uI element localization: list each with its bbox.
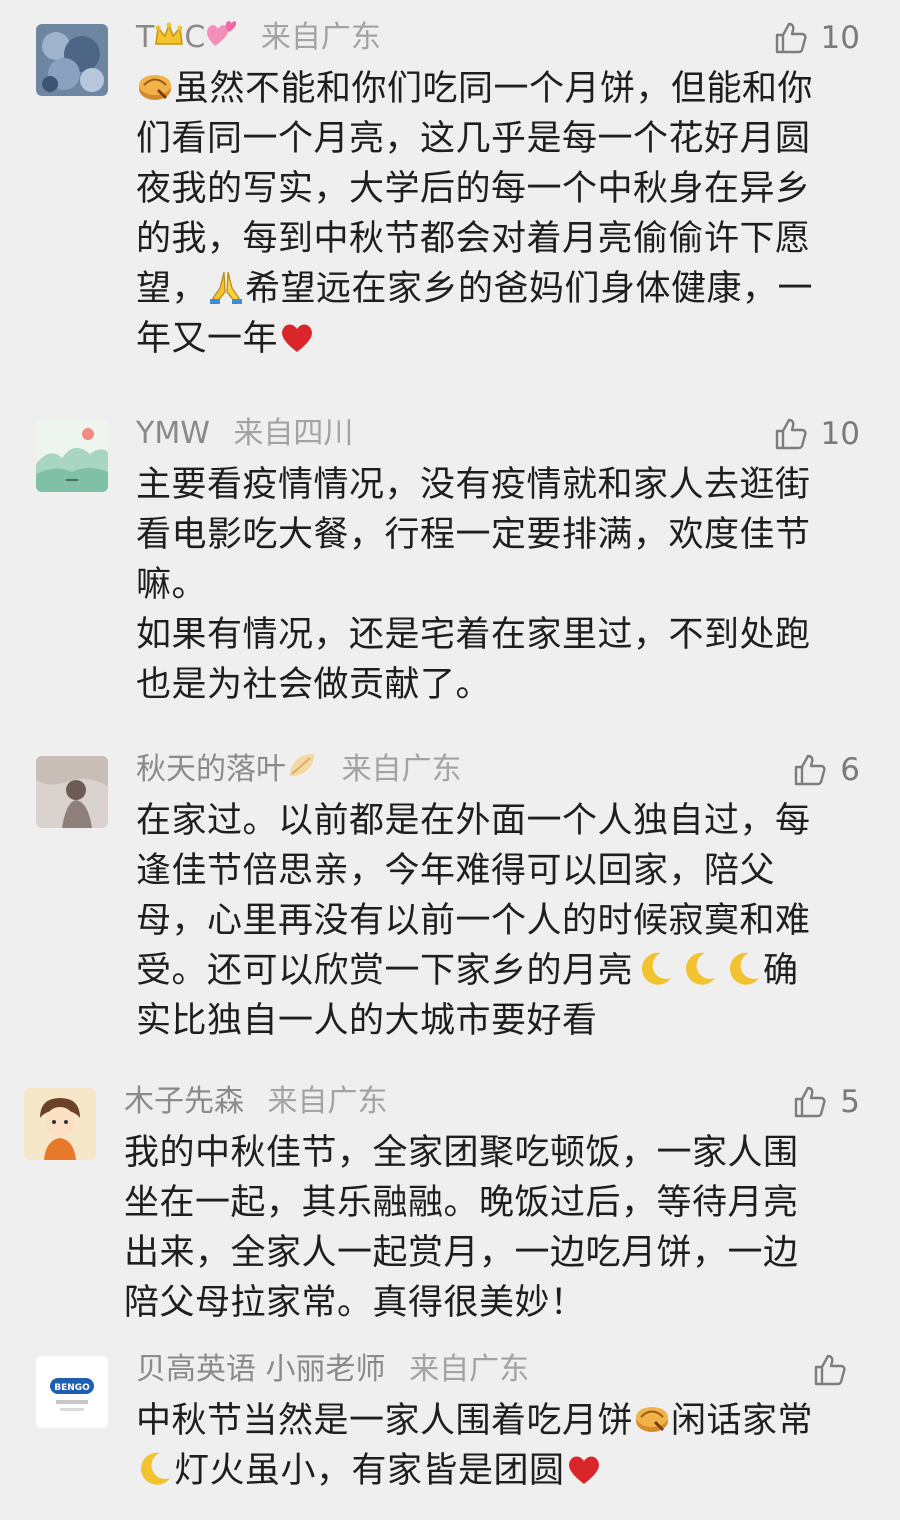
- username[interactable]: TC: [136, 20, 237, 55]
- hearts-icon: [205, 18, 237, 59]
- crescent-moon-icon: [637, 950, 675, 988]
- like-button[interactable]: 5: [792, 1082, 860, 1122]
- leaf-icon: [286, 750, 318, 791]
- comment-text: 主要看疫情情况，没有疫情就和家人去逛街 看电影吃大餐，行程一定要排满，欢度佳节 …: [136, 465, 811, 705]
- crescent-moon-icon: [725, 950, 763, 988]
- crescent-moon-icon: [136, 1450, 174, 1488]
- region-label: 来自广东: [341, 752, 462, 787]
- mooncake-icon: [633, 1400, 671, 1438]
- thumbs-up-icon: [773, 416, 809, 452]
- avatar-image: [36, 420, 108, 492]
- username[interactable]: 贝高英语 小丽老师: [136, 1352, 386, 1387]
- like-count: 10: [820, 20, 860, 56]
- avatar-image: [24, 1088, 96, 1160]
- crescent-moon-icon: [681, 950, 719, 988]
- region-label: 来自广东: [260, 20, 381, 55]
- username[interactable]: YMW: [136, 416, 210, 451]
- username[interactable]: 木子先森: [124, 1084, 244, 1119]
- avatar-image: [36, 24, 108, 96]
- comment-meta: TC 来自广东: [136, 18, 381, 58]
- comment-text: 我的中秋佳节，全家团聚吃顿饭，一家人围 坐在一起，其乐融融。晚饭过后，等待月亮 …: [124, 1133, 799, 1323]
- thumbs-up-icon: [792, 752, 828, 788]
- avatar-image: [36, 756, 108, 828]
- comment-meta: YMW 来自四川: [136, 414, 353, 454]
- mooncake-icon: [136, 68, 174, 106]
- avatar[interactable]: [36, 420, 108, 492]
- like-button[interactable]: 6: [792, 750, 860, 790]
- comment-meta: 木子先森 来自广东: [124, 1082, 388, 1122]
- comment-text: 在家过。以前都是在外面一个人独自过，每 逢佳节倍思亲，今年难得可以回家，陪父 母…: [136, 801, 811, 1041]
- avatar-image: BENGO: [36, 1356, 108, 1428]
- comment-text: 虽然不能和你们吃同一个月饼，但能和你 们看同一个月亮，这几乎是每一个花好月圆 夜…: [136, 68, 814, 359]
- red-heart-icon: [565, 1450, 603, 1488]
- like-button[interactable]: [812, 1350, 860, 1390]
- thumbs-up-icon: [812, 1352, 848, 1388]
- comment-text: 中秋节当然是一家人围着吃月饼 闲话家常 灯火虽小，有家皆是团圆: [136, 1400, 814, 1491]
- like-count: 10: [820, 416, 860, 452]
- like-count: 5: [840, 1084, 860, 1120]
- thumbs-up-icon: [792, 1084, 828, 1120]
- username[interactable]: 秋天的落叶: [136, 752, 318, 787]
- avatar[interactable]: [24, 1088, 96, 1160]
- region-label: 来自四川: [233, 416, 354, 451]
- thumbs-up-icon: [773, 20, 809, 56]
- crown-icon: [154, 19, 184, 59]
- avatar[interactable]: [36, 756, 108, 828]
- like-button[interactable]: 10: [773, 414, 860, 454]
- avatar[interactable]: [36, 24, 108, 96]
- comment-meta: 贝高英语 小丽老师 来自广东: [136, 1350, 529, 1390]
- red-heart-icon: [278, 318, 316, 356]
- like-count: 6: [840, 752, 860, 788]
- comment-meta: 秋天的落叶 来自广东: [136, 750, 462, 790]
- region-label: 来自广东: [267, 1084, 388, 1119]
- pray-hands-icon: [207, 268, 245, 306]
- region-label: 来自广东: [409, 1352, 530, 1387]
- like-button[interactable]: 10: [773, 18, 860, 58]
- avatar-logo-text: BENGO: [54, 1383, 90, 1393]
- avatar[interactable]: BENGO: [36, 1356, 108, 1428]
